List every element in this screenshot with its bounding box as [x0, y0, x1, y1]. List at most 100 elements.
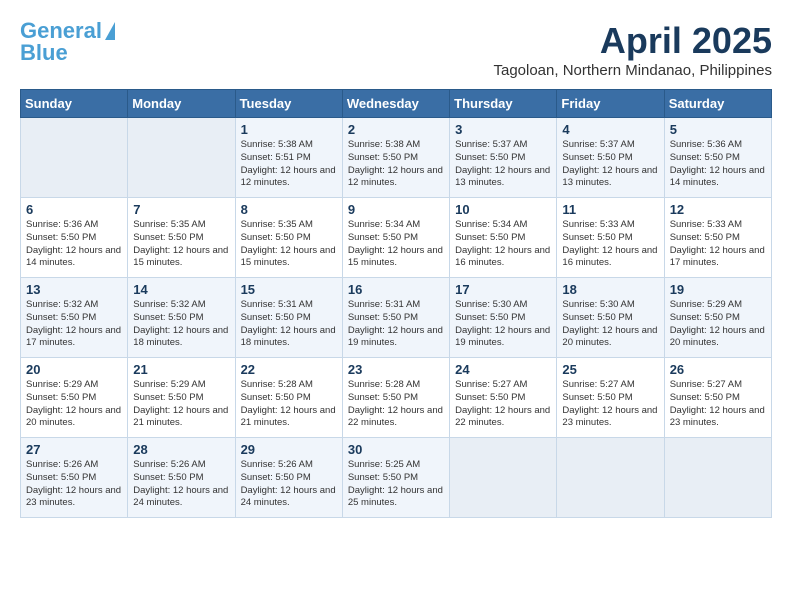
day-cell: 7Sunrise: 5:35 AMSunset: 5:50 PMDaylight… — [128, 198, 235, 278]
day-cell: 23 Sunrise: 5:28 AMSunset: 5:50 PMDayligh… — [342, 358, 449, 438]
page-header: General Blue April 2025 Tagoloan, Northe… — [20, 20, 772, 79]
header-row: SundayMondayTuesdayWednesdayThursdayFrid… — [21, 90, 772, 118]
header-sunday: Sunday — [21, 90, 128, 118]
day-cell: 24 Sunrise: 5:27 AMSunset: 5:50 PMDayligh… — [450, 358, 557, 438]
day-detail: Sunrise: 5:31 AMSunset: 5:50 PMDaylight:… — [348, 299, 444, 350]
day-number: 8 — [241, 202, 337, 217]
day-number: 16 — [348, 282, 444, 297]
day-number: 24 — [455, 362, 551, 377]
day-detail: Sunrise: 5:32 AMSunset: 5:50 PMDaylight:… — [26, 299, 122, 350]
day-number: 17 — [455, 282, 551, 297]
day-detail: Sunrise: 5:36 AMSunset: 5:50 PMDaylight:… — [670, 139, 766, 190]
day-number: 4 — [562, 122, 658, 137]
day-number: 1 — [241, 122, 337, 137]
header-monday: Monday — [128, 90, 235, 118]
day-detail: Sunrise: 5:29 AMSunset: 5:50 PMDaylight:… — [133, 379, 229, 430]
day-detail: Sunrise: 5:29 AMSunset: 5:50 PMDaylight:… — [670, 299, 766, 350]
week-row-1: 1 Sunrise: 5:38 AMSunset: 5:51 PMDaylight… — [21, 118, 772, 198]
day-detail: Sunrise: 5:33 AMSunset: 5:50 PMDaylight:… — [670, 219, 766, 270]
day-detail: Sunrise: 5:34 AMSunset: 5:50 PMDaylight:… — [455, 219, 551, 270]
day-number: 10 — [455, 202, 551, 217]
header-friday: Friday — [557, 90, 664, 118]
day-number: 14 — [133, 282, 229, 297]
day-cell: 16 Sunrise: 5:31 AMSunset: 5:50 PMDayligh… — [342, 278, 449, 358]
day-cell: 9 Sunrise: 5:34 AMSunset: 5:50 PMDaylight… — [342, 198, 449, 278]
day-number: 3 — [455, 122, 551, 137]
header-saturday: Saturday — [664, 90, 771, 118]
header-tuesday: Tuesday — [235, 90, 342, 118]
day-cell — [557, 438, 664, 518]
day-number: 15 — [241, 282, 337, 297]
day-cell: 28Sunrise: 5:26 AMSunset: 5:50 PMDayligh… — [128, 438, 235, 518]
day-detail: Sunrise: 5:35 AMSunset: 5:50 PMDaylight:… — [133, 219, 229, 270]
day-number: 23 — [348, 362, 444, 377]
day-cell: 26 Sunrise: 5:27 AMSunset: 5:50 PMDayligh… — [664, 358, 771, 438]
day-number: 12 — [670, 202, 766, 217]
day-detail: Sunrise: 5:33 AMSunset: 5:50 PMDaylight:… — [562, 219, 658, 270]
day-cell: 25Sunrise: 5:27 AMSunset: 5:50 PMDayligh… — [557, 358, 664, 438]
day-number: 19 — [670, 282, 766, 297]
day-detail: Sunrise: 5:35 AMSunset: 5:50 PMDaylight:… — [241, 219, 337, 270]
day-cell: 14 Sunrise: 5:32 AMSunset: 5:50 PMDayligh… — [128, 278, 235, 358]
day-detail: Sunrise: 5:37 AMSunset: 5:50 PMDaylight:… — [455, 139, 551, 190]
day-detail: Sunrise: 5:34 AMSunset: 5:50 PMDaylight:… — [348, 219, 444, 270]
day-number: 11 — [562, 202, 658, 217]
day-number: 29 — [241, 442, 337, 457]
day-detail: Sunrise: 5:36 AMSunset: 5:50 PMDaylight:… — [26, 219, 122, 270]
day-detail: Sunrise: 5:32 AMSunset: 5:50 PMDaylight:… — [133, 299, 229, 350]
day-detail: Sunrise: 5:27 AMSunset: 5:50 PMDaylight:… — [670, 379, 766, 430]
day-cell: 17 Sunrise: 5:30 AMSunset: 5:50 PMDayligh… — [450, 278, 557, 358]
day-detail: Sunrise: 5:30 AMSunset: 5:50 PMDaylight:… — [455, 299, 551, 350]
day-cell — [450, 438, 557, 518]
week-row-3: 13 Sunrise: 5:32 AMSunset: 5:50 PMDayligh… — [21, 278, 772, 358]
day-detail: Sunrise: 5:29 AMSunset: 5:50 PMDaylight:… — [26, 379, 122, 430]
day-cell: 20 Sunrise: 5:29 AMSunset: 5:50 PMDayligh… — [21, 358, 128, 438]
day-cell: 13 Sunrise: 5:32 AMSunset: 5:50 PMDayligh… — [21, 278, 128, 358]
day-detail: Sunrise: 5:28 AMSunset: 5:50 PMDaylight:… — [348, 379, 444, 430]
day-detail: Sunrise: 5:38 AMSunset: 5:51 PMDaylight:… — [241, 139, 337, 190]
day-cell: 4 Sunrise: 5:37 AMSunset: 5:50 PMDaylight… — [557, 118, 664, 198]
day-number: 9 — [348, 202, 444, 217]
day-cell: 8 Sunrise: 5:35 AMSunset: 5:50 PMDaylight… — [235, 198, 342, 278]
month-title: April 2025 — [493, 20, 772, 62]
day-cell: 1 Sunrise: 5:38 AMSunset: 5:51 PMDaylight… — [235, 118, 342, 198]
day-cell — [21, 118, 128, 198]
day-detail: Sunrise: 5:31 AMSunset: 5:50 PMDaylight:… — [241, 299, 337, 350]
day-number: 18 — [562, 282, 658, 297]
day-number: 26 — [670, 362, 766, 377]
day-cell: 3 Sunrise: 5:37 AMSunset: 5:50 PMDaylight… — [450, 118, 557, 198]
day-detail: Sunrise: 5:26 AMSunset: 5:50 PMDaylight:… — [26, 459, 122, 510]
day-number: 2 — [348, 122, 444, 137]
day-cell: 21 Sunrise: 5:29 AMSunset: 5:50 PMDayligh… — [128, 358, 235, 438]
day-cell: 15 Sunrise: 5:31 AMSunset: 5:50 PMDayligh… — [235, 278, 342, 358]
day-cell — [664, 438, 771, 518]
week-row-5: 27Sunrise: 5:26 AMSunset: 5:50 PMDayligh… — [21, 438, 772, 518]
header-wednesday: Wednesday — [342, 90, 449, 118]
logo-blue: Blue — [20, 42, 115, 64]
day-detail: Sunrise: 5:37 AMSunset: 5:50 PMDaylight:… — [562, 139, 658, 190]
day-cell: 19 Sunrise: 5:29 AMSunset: 5:50 PMDayligh… — [664, 278, 771, 358]
day-cell: 6 Sunrise: 5:36 AMSunset: 5:50 PMDaylight… — [21, 198, 128, 278]
day-cell: 12 Sunrise: 5:33 AMSunset: 5:50 PMDayligh… — [664, 198, 771, 278]
day-number: 13 — [26, 282, 122, 297]
logo-text: General — [20, 20, 102, 42]
day-cell: 27Sunrise: 5:26 AMSunset: 5:50 PMDayligh… — [21, 438, 128, 518]
day-number: 30 — [348, 442, 444, 457]
day-cell: 22Sunrise: 5:28 AMSunset: 5:50 PMDayligh… — [235, 358, 342, 438]
day-cell: 30Sunrise: 5:25 AMSunset: 5:50 PMDayligh… — [342, 438, 449, 518]
week-row-4: 20 Sunrise: 5:29 AMSunset: 5:50 PMDayligh… — [21, 358, 772, 438]
day-number: 20 — [26, 362, 122, 377]
day-cell: 18 Sunrise: 5:30 AMSunset: 5:50 PMDayligh… — [557, 278, 664, 358]
day-detail: Sunrise: 5:38 AMSunset: 5:50 PMDaylight:… — [348, 139, 444, 190]
day-cell: 29 Sunrise: 5:26 AMSunset: 5:50 PMDayligh… — [235, 438, 342, 518]
day-detail: Sunrise: 5:26 AMSunset: 5:50 PMDaylight:… — [241, 459, 337, 510]
day-cell: 10 Sunrise: 5:34 AMSunset: 5:50 PMDayligh… — [450, 198, 557, 278]
day-number: 6 — [26, 202, 122, 217]
day-number: 21 — [133, 362, 229, 377]
title-block: April 2025 Tagoloan, Northern Mindanao, … — [493, 20, 772, 79]
day-cell: 11 Sunrise: 5:33 AMSunset: 5:50 PMDayligh… — [557, 198, 664, 278]
day-detail: Sunrise: 5:27 AMSunset: 5:50 PMDaylight:… — [455, 379, 551, 430]
day-detail: Sunrise: 5:27 AMSunset: 5:50 PMDaylight:… — [562, 379, 658, 430]
week-row-2: 6 Sunrise: 5:36 AMSunset: 5:50 PMDaylight… — [21, 198, 772, 278]
day-detail: Sunrise: 5:30 AMSunset: 5:50 PMDaylight:… — [562, 299, 658, 350]
